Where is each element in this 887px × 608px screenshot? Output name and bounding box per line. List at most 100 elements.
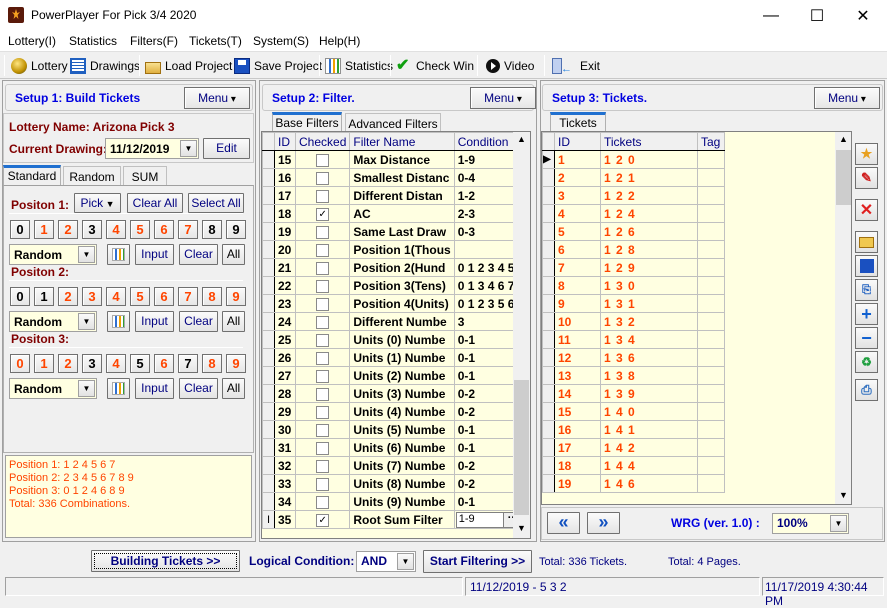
table-row[interactable]: 17 Different Distan 1-2 [262,186,529,205]
table-row[interactable]: 9 1 3 1 [542,294,725,313]
table-row[interactable]: 13 1 3 8 [542,366,725,385]
clear-all-button[interactable]: Clear All [127,193,183,213]
table-row[interactable]: 24 Different Numbe 3 [262,312,529,331]
position-clear-button[interactable]: Clear [179,311,218,332]
setup1-menu-button[interactable]: Menu [184,87,250,109]
filter-checked-cell[interactable] [294,348,351,367]
table-row[interactable]: 19 Same Last Draw 0-3 [262,222,529,241]
row-indicator[interactable] [262,366,275,385]
table-row[interactable]: 18 1 4 4 [542,456,725,475]
position-all-button[interactable]: All [222,311,245,332]
position-mode-select[interactable]: Random ▼ [9,311,97,332]
row-indicator[interactable] [262,150,275,169]
digit-button[interactable]: 0 [10,287,30,306]
digit-button[interactable]: 1 [34,287,54,306]
wrg-select[interactable]: 100% ▼ [772,513,849,534]
add-button[interactable]: + [855,303,878,325]
position-stats-button[interactable] [107,311,130,332]
ticket-tag[interactable] [697,366,725,385]
filter-checked-cell[interactable] [294,222,351,241]
table-row[interactable]: 17 1 4 2 [542,438,725,457]
delete-button[interactable]: ✕ [855,199,878,221]
ticket-tag[interactable] [697,456,725,475]
position-clear-button[interactable]: Clear [179,244,218,265]
filter-checked-cell[interactable] [294,258,351,277]
menu-help[interactable]: Help(H) [319,34,360,48]
row-indicator[interactable] [262,294,275,313]
digit-button[interactable]: 4 [106,220,126,239]
remove-button[interactable]: − [855,327,878,349]
ticket-tag[interactable] [697,204,725,223]
ticket-tag[interactable] [697,258,725,277]
filter-checkbox[interactable] [316,459,330,473]
table-row[interactable]: 3 1 2 2 [542,186,725,205]
row-indicator[interactable] [542,204,555,223]
table-row[interactable]: 16 Smallest Distanc 0-4 [262,168,529,187]
filter-checkbox[interactable] [316,243,330,257]
ticket-tag[interactable] [697,168,725,187]
digit-button[interactable]: 8 [202,354,222,373]
chevron-down-icon[interactable]: ▼ [830,515,847,532]
save-project-button[interactable]: Save Project [234,57,322,75]
scroll-up-icon[interactable]: ▲ [517,134,526,144]
position-all-button[interactable]: All [222,244,245,265]
table-row[interactable]: 4 1 2 4 [542,204,725,223]
recycle-button[interactable]: ♻ [855,351,878,373]
tab-random[interactable]: Random [63,166,121,186]
row-indicator[interactable] [262,348,275,367]
table-row[interactable]: 11 1 3 4 [542,330,725,349]
menu-statistics[interactable]: Statistics [69,34,117,48]
table-row[interactable]: ▶ 1 1 2 0 [542,150,725,169]
filter-checked-cell[interactable] [294,474,351,493]
row-indicator[interactable] [262,168,275,187]
video-button[interactable]: Video [486,57,534,75]
row-indicator[interactable]: I [262,510,275,529]
filter-checked-cell[interactable] [294,438,351,457]
position-all-button[interactable]: All [222,378,245,399]
setup3-menu-button[interactable]: Menu [814,87,880,109]
filter-checked-cell[interactable] [294,492,351,511]
filter-checkbox[interactable] [316,297,330,311]
table-row[interactable]: 19 1 4 6 [542,474,725,493]
table-row[interactable]: 25 Units (0) Numbe 0-1 [262,330,529,349]
ticket-tag[interactable] [697,186,725,205]
row-indicator[interactable] [542,420,555,439]
filter-checkbox[interactable]: ✓ [316,207,330,221]
digit-button[interactable]: 7 [178,220,198,239]
filter-checked-cell[interactable]: ✓ [294,204,351,223]
row-indicator[interactable] [542,438,555,457]
tab-advanced-filters[interactable]: Advanced Filters [345,113,441,133]
table-row[interactable]: 22 Position 3(Tens) 0 1 3 4 6 7 8 [262,276,529,295]
filter-checkbox[interactable] [316,423,330,437]
row-indicator[interactable] [262,240,275,259]
filter-checked-cell[interactable] [294,456,351,475]
scroll-down-icon[interactable]: ▼ [839,490,848,500]
digit-button[interactable]: 7 [178,287,198,306]
table-row[interactable]: 21 Position 2(Hund 0 1 2 3 4 5 7 [262,258,529,277]
chevron-down-icon[interactable]: ▼ [78,313,95,330]
table-row[interactable]: I 35 ✓ Root Sum Filter 1-9··· [262,510,529,529]
tab-standard[interactable]: Standard [3,165,61,185]
row-indicator[interactable] [262,402,275,421]
filter-checked-cell[interactable] [294,330,351,349]
row-indicator[interactable] [542,222,555,241]
filter-checkbox[interactable] [316,279,330,293]
ticket-tag[interactable] [697,474,725,493]
row-indicator[interactable] [262,330,275,349]
filter-checked-cell[interactable] [294,384,351,403]
digit-button[interactable]: 9 [226,354,246,373]
close-button[interactable]: ✕ [840,0,886,31]
digit-button[interactable]: 3 [82,220,102,239]
scrollbar-thumb[interactable] [836,150,851,205]
row-indicator[interactable] [542,402,555,421]
current-drawing-select[interactable]: 11/12/2019 ▼ [105,138,199,159]
row-indicator[interactable] [542,474,555,493]
table-row[interactable]: 16 1 4 1 [542,420,725,439]
digit-button[interactable]: 0 [10,354,30,373]
col-header-checked[interactable]: Checked [294,132,351,151]
row-indicator[interactable] [542,240,555,259]
filter-checkbox[interactable] [316,261,330,275]
ticket-tag[interactable] [697,348,725,367]
filter-checked-cell[interactable] [294,240,351,259]
table-row[interactable]: 14 1 3 9 [542,384,725,403]
